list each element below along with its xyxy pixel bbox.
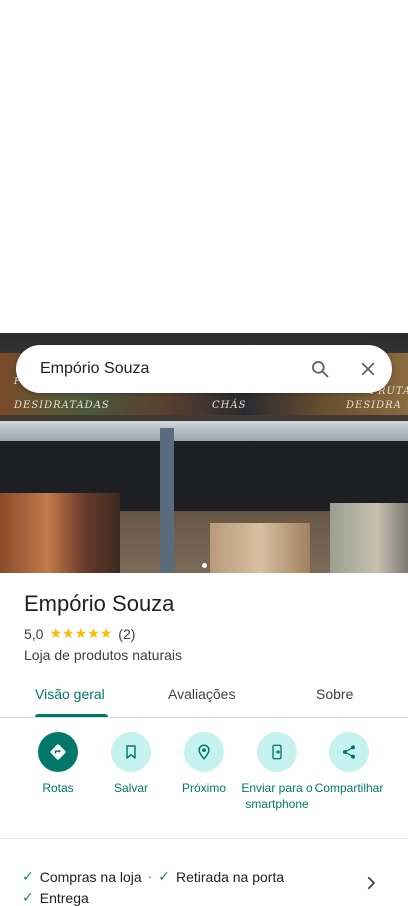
send-to-phone-icon [272, 744, 282, 760]
service-option: ✓ Compras na loja [22, 867, 142, 887]
tab-bar: Visão geral Avaliações Sobre [0, 676, 408, 718]
share-button[interactable]: Compartilhar [311, 732, 387, 796]
pager-dot [201, 563, 207, 568]
star-icon: ★ [74, 626, 88, 642]
shelf [0, 493, 120, 573]
check-icon: ✓ [22, 890, 34, 906]
action-label: Salvar [113, 781, 148, 795]
photo-pager [0, 563, 408, 568]
star-icon: ★ [87, 626, 100, 642]
banner-text: CHÁS [212, 400, 247, 411]
nearby-icon [198, 744, 210, 760]
nearby-button[interactable]: Próximo [166, 732, 242, 796]
action-label: Próximo [181, 781, 226, 795]
rating-stars: ★ ★ ★ ★ ★ [49, 627, 112, 641]
banner-text: DESIDRATADAS [14, 400, 110, 411]
awning [0, 421, 408, 441]
tab-about[interactable]: Sobre [316, 686, 353, 702]
share-icon [343, 745, 355, 759]
nearby-button-circle[interactable] [184, 732, 224, 772]
service-option: ✓ Retirada na porta [158, 867, 284, 887]
send-to-phone-button-circle[interactable] [257, 732, 297, 772]
service-option-label: Entrega [39, 890, 89, 906]
divider [0, 838, 408, 839]
check-icon: ✓ [158, 869, 170, 885]
review-count[interactable]: (2) [118, 626, 135, 642]
bookmark-icon [126, 745, 136, 759]
separator: · [147, 868, 153, 884]
close-icon [361, 362, 375, 376]
action-label: Enviar para o smartphone [241, 781, 313, 811]
directions-icon [50, 744, 66, 760]
action-label: Compartilhar [314, 781, 384, 795]
tab-overview[interactable]: Visão geral [35, 686, 105, 702]
save-button[interactable]: Salvar [93, 732, 169, 796]
search-input[interactable]: Empório Souza [16, 360, 296, 378]
check-icon: ✓ [22, 869, 34, 885]
tab-indicator [35, 714, 108, 717]
place-category: Loja de produtos naturais [24, 647, 182, 663]
pole [160, 428, 174, 573]
chevron-right-icon[interactable] [362, 874, 380, 897]
tab-reviews[interactable]: Avaliações [168, 686, 235, 702]
service-option: ✓ Entrega [22, 888, 89, 906]
star-icon: ★ [62, 626, 75, 642]
search-button[interactable] [296, 345, 344, 393]
star-icon: ★ [49, 626, 63, 642]
place-title: Empório Souza [24, 591, 175, 616]
send-to-phone-button[interactable]: Enviar para o smartphone [239, 732, 315, 812]
action-row: Rotas Salvar Próximo Enviar para o smart… [0, 732, 408, 827]
search-bar[interactable]: Empório Souza [16, 345, 392, 393]
share-button-circle[interactable] [329, 732, 369, 772]
service-option-label: Compras na loja [39, 869, 142, 885]
save-button-circle[interactable] [111, 732, 151, 772]
banner-text: DESIDRA [346, 400, 402, 411]
service-option-label: Retirada na porta [175, 869, 285, 885]
search-icon [312, 361, 329, 378]
rating-row[interactable]: 5,0 ★ ★ ★ ★ ★ (2) [24, 626, 135, 642]
action-label: Rotas [42, 781, 74, 795]
map-area[interactable] [0, 0, 408, 333]
star-icon: ★ [99, 626, 113, 642]
service-options[interactable]: ✓ Compras na loja · ✓ Retirada na porta … [22, 866, 362, 906]
directions-button[interactable]: Rotas [20, 732, 96, 796]
directions-button-circle[interactable] [38, 732, 78, 772]
clear-button[interactable] [344, 345, 392, 393]
rating-value: 5,0 [24, 626, 44, 642]
